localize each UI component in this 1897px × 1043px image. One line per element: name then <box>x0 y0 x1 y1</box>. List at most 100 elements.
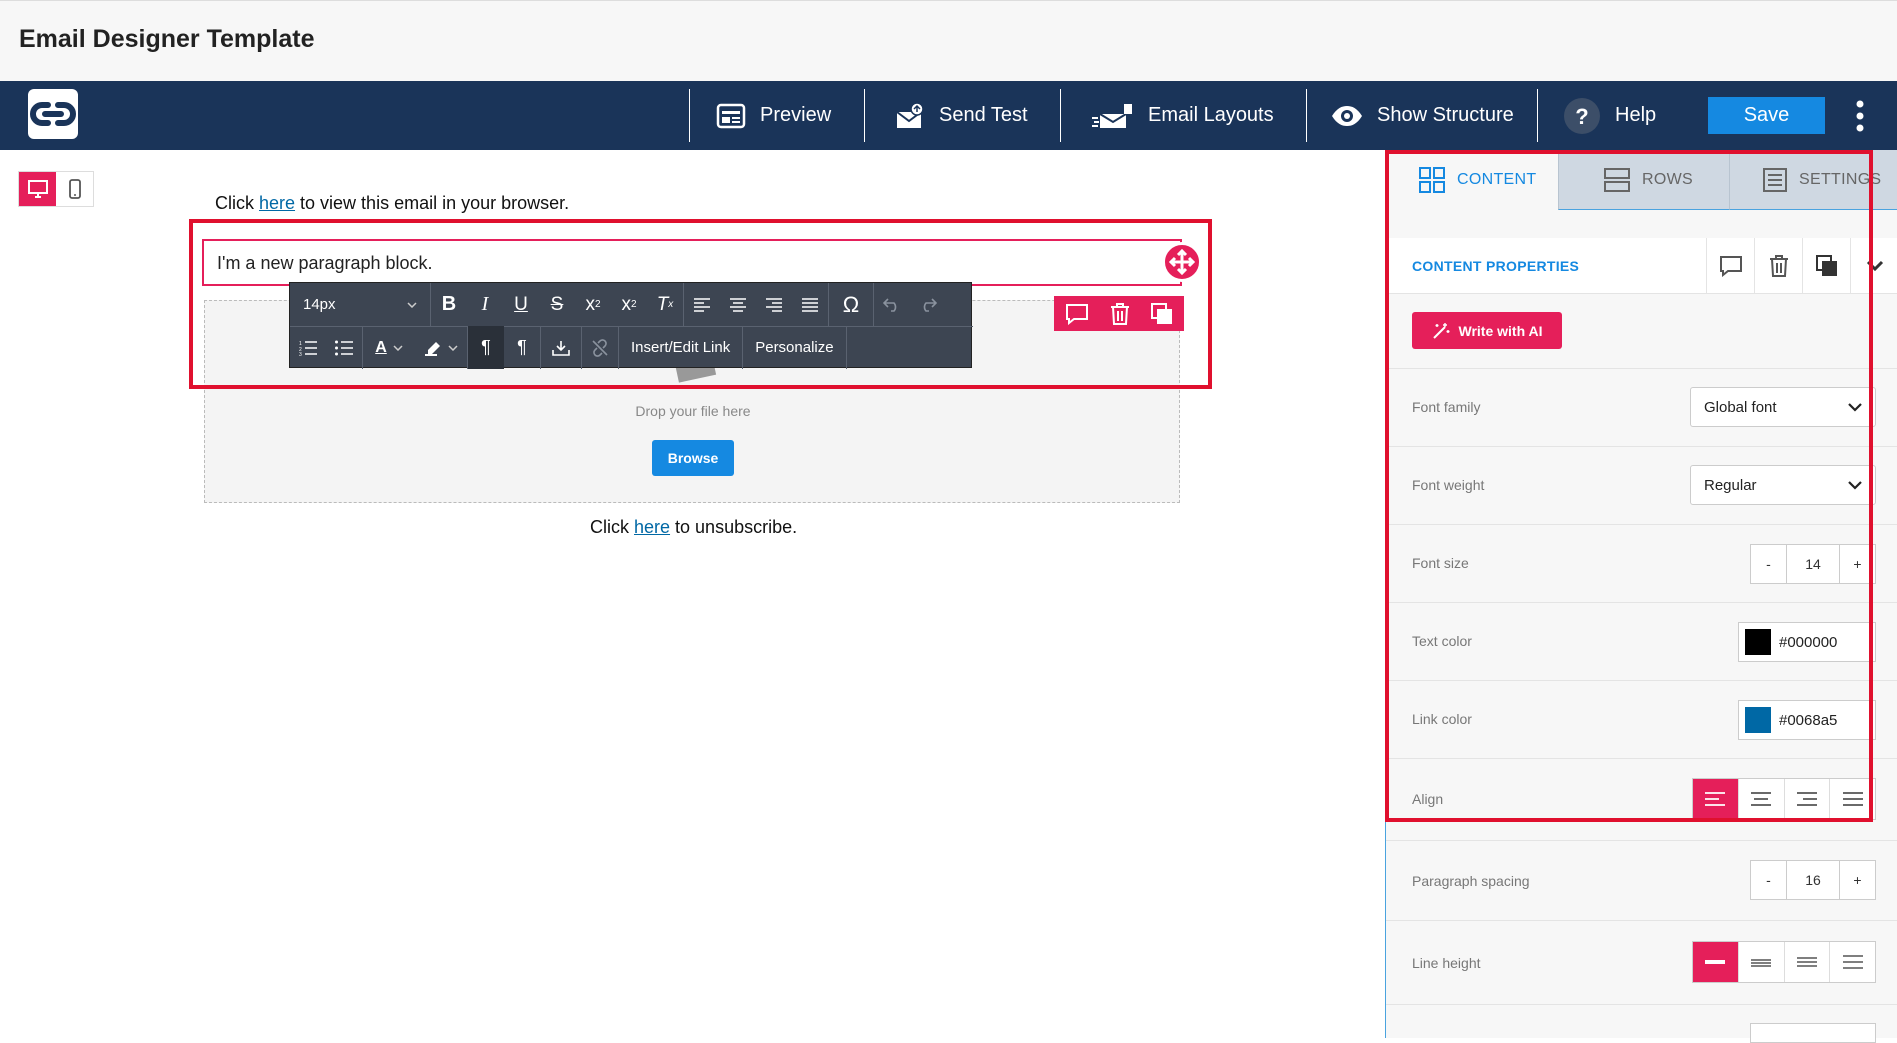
ordered-list-icon[interactable]: 123 <box>290 326 326 369</box>
chevron-down-icon <box>1848 480 1862 490</box>
paragraph-spacing-input[interactable]: 16 <box>1787 861 1839 899</box>
preview-button[interactable]: Preview <box>716 81 831 150</box>
strikethrough-icon[interactable]: S <box>539 283 575 326</box>
align-right-icon[interactable] <box>1783 779 1830 819</box>
subscript-icon[interactable]: x2 <box>611 283 647 326</box>
align-label: Align <box>1412 791 1444 807</box>
duplicate-icon[interactable] <box>1151 302 1173 325</box>
font-weight-select[interactable]: Regular <box>1690 465 1876 505</box>
email-layouts-button[interactable]: Email Layouts <box>1092 81 1274 150</box>
link-color-row: Link color #0068a5 <box>1386 680 1897 758</box>
grid-icon <box>1419 167 1445 193</box>
tab-content[interactable]: CONTENT <box>1386 150 1558 210</box>
undo-icon[interactable] <box>874 283 910 326</box>
text-color-row: Text color #000000 <box>1386 602 1897 680</box>
mobile-view-button[interactable] <box>56 172 93 206</box>
bullet-list-icon[interactable] <box>326 326 362 369</box>
nav-separator <box>689 89 690 142</box>
align-center-icon[interactable] <box>1737 779 1784 819</box>
align-left-icon[interactable] <box>1693 779 1738 819</box>
line-height-tight-icon[interactable] <box>1737 942 1784 982</box>
duplicate-icon[interactable] <box>1802 238 1850 294</box>
comment-icon[interactable] <box>1706 238 1754 294</box>
preview-label: Preview <box>760 104 832 126</box>
align-options <box>1692 778 1876 820</box>
text-color-icon[interactable]: A <box>363 326 415 369</box>
font-size-row: Font size - 14 + <box>1386 524 1897 602</box>
superscript-icon[interactable]: x2 <box>575 283 611 326</box>
delete-icon[interactable] <box>1110 302 1130 325</box>
line-height-normal-icon[interactable] <box>1783 942 1830 982</box>
paragraph-spacing-increment[interactable]: + <box>1839 861 1875 899</box>
paragraph-block[interactable]: I'm a new paragraph block. <box>202 239 1182 286</box>
browse-button[interactable]: Browse <box>652 440 734 476</box>
align-left-icon[interactable] <box>684 283 720 326</box>
line-height-single-icon[interactable] <box>1693 942 1738 982</box>
collapse-chevron-icon[interactable] <box>1850 238 1897 294</box>
text-color-swatch <box>1745 629 1771 655</box>
paragraph-spacing-stepper: - 16 + <box>1750 860 1876 900</box>
send-test-button[interactable]: Send Test <box>895 81 1028 150</box>
unsubscribe-link[interactable]: here <box>634 517 670 537</box>
desktop-icon <box>27 180 48 198</box>
font-size-increment[interactable]: + <box>1839 545 1875 583</box>
paragraph-spacing-decrement[interactable]: - <box>1751 861 1787 899</box>
tab-settings-label: SETTINGS <box>1799 170 1882 188</box>
content-properties-title: CONTENT PROPERTIES <box>1412 258 1580 274</box>
special-character-icon[interactable]: Ω <box>829 283 873 326</box>
delete-icon[interactable] <box>1754 238 1802 294</box>
move-handle-icon[interactable] <box>1162 242 1202 282</box>
text-color-picker[interactable]: #000000 <box>1738 622 1876 662</box>
align-right-icon[interactable] <box>756 283 792 326</box>
italic-icon[interactable]: I <box>467 283 503 326</box>
comment-icon[interactable] <box>1065 303 1089 325</box>
email-layouts-label: Email Layouts <box>1148 104 1274 126</box>
personalize-button[interactable]: Personalize <box>743 326 845 369</box>
app-logo[interactable] <box>28 89 78 139</box>
nav-separator <box>1537 89 1538 142</box>
rtl-direction-icon[interactable]: ¶ <box>504 326 540 369</box>
font-family-value: Global font <box>1704 398 1777 416</box>
font-weight-label: Font weight <box>1412 477 1485 493</box>
line-height-label: Line height <box>1412 955 1481 971</box>
next-property-stepper[interactable] <box>1750 1023 1876 1043</box>
merge-tag-icon[interactable] <box>541 326 581 369</box>
desktop-view-button[interactable] <box>19 172 56 206</box>
align-justify-icon[interactable] <box>792 283 828 326</box>
view-in-browser-link[interactable]: here <box>259 193 295 213</box>
clear-format-icon[interactable]: Tx <box>647 283 683 326</box>
tab-settings[interactable]: SETTINGS <box>1729 150 1897 210</box>
font-size-decrement[interactable]: - <box>1751 545 1787 583</box>
align-center-icon[interactable] <box>720 283 756 326</box>
underline-icon[interactable]: U <box>503 283 539 326</box>
line-height-loose-icon[interactable] <box>1829 942 1875 982</box>
save-button[interactable]: Save <box>1708 97 1825 134</box>
insert-edit-link-button[interactable]: Insert/Edit Link <box>619 326 742 369</box>
highlight-color-icon[interactable] <box>415 326 467 369</box>
title-bar: Email Designer Template <box>0 0 1897 81</box>
link-color-label: Link color <box>1412 711 1472 727</box>
font-size-select[interactable]: 14px <box>290 283 430 326</box>
font-family-select[interactable]: Global font <box>1690 387 1876 427</box>
nav-separator <box>1060 89 1061 142</box>
font-size-label: Font size <box>1412 555 1469 571</box>
redo-icon[interactable] <box>910 283 946 326</box>
tab-rows[interactable]: ROWS <box>1558 150 1729 210</box>
help-button[interactable]: ? Help <box>1563 81 1656 150</box>
unlink-icon[interactable] <box>582 326 618 369</box>
eye-icon <box>1331 105 1363 127</box>
align-justify-icon[interactable] <box>1829 779 1875 819</box>
ltr-direction-icon[interactable]: ¶ <box>468 326 504 369</box>
write-with-ai-button[interactable]: Write with AI <box>1412 312 1562 349</box>
bold-icon[interactable]: B <box>431 283 467 326</box>
view-in-browser-text: Click here to view this email in your br… <box>215 193 569 214</box>
mobile-icon <box>68 179 81 199</box>
font-family-label: Font family <box>1412 399 1481 415</box>
show-structure-button[interactable]: Show Structure <box>1331 81 1514 150</box>
link-color-picker[interactable]: #0068a5 <box>1738 700 1876 740</box>
chevron-down-icon <box>407 301 417 308</box>
text-color-value: #000000 <box>1779 633 1838 651</box>
more-options-icon[interactable] <box>1852 98 1868 134</box>
link-color-value: #0068a5 <box>1779 711 1838 729</box>
font-size-input[interactable]: 14 <box>1787 545 1839 583</box>
